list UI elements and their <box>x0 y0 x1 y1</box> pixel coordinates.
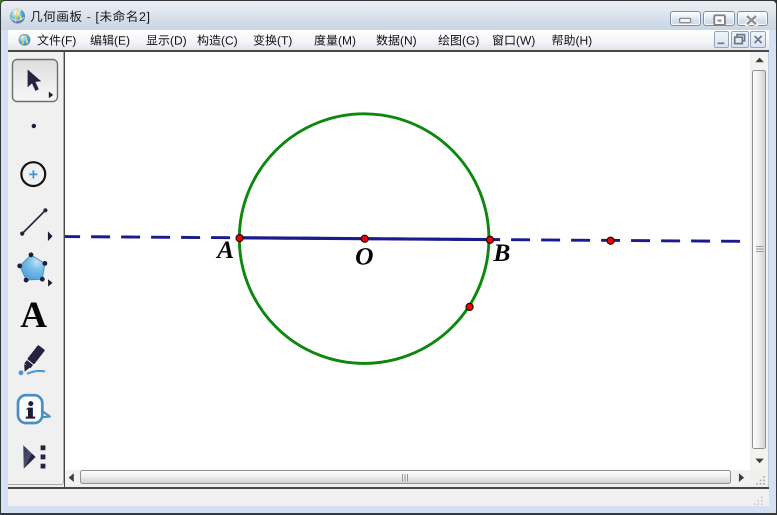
svg-text:A: A <box>20 295 47 336</box>
svg-text:A: A <box>215 235 234 264</box>
svg-text:B: B <box>492 238 510 267</box>
svg-text:O: O <box>355 242 373 271</box>
